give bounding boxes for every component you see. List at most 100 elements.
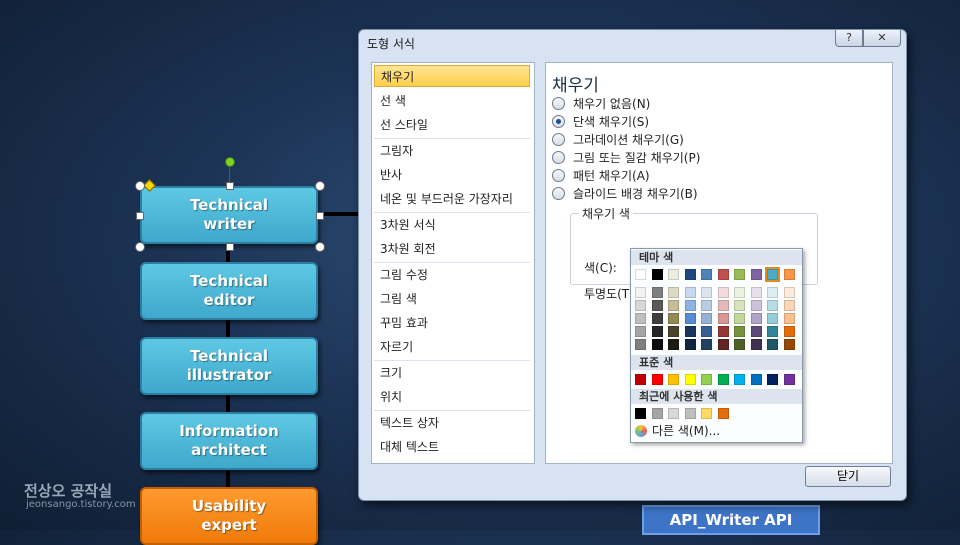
shade-color-swatch[interactable]: [767, 313, 778, 324]
recent-color-swatch[interactable]: [701, 408, 712, 419]
shade-color-swatch[interactable]: [668, 339, 679, 350]
shade-color-swatch[interactable]: [651, 287, 663, 298]
recent-color-swatch[interactable]: [651, 408, 663, 419]
shade-color-swatch[interactable]: [783, 287, 795, 298]
dialog-titlebar[interactable]: 도형 서식 ? ✕: [359, 30, 906, 56]
shade-color-swatch[interactable]: [635, 287, 646, 298]
nav-picture-corrections[interactable]: 그림 수정: [374, 264, 530, 286]
shade-color-swatch[interactable]: [734, 326, 745, 337]
standard-color-swatch[interactable]: [668, 374, 679, 385]
shade-color-swatch[interactable]: [767, 300, 778, 311]
shade-color-swatch[interactable]: [684, 326, 696, 337]
radio-button[interactable]: [552, 151, 565, 164]
nav-picture-color[interactable]: 그림 색: [374, 288, 530, 310]
shade-color-swatch[interactable]: [684, 287, 696, 298]
shade-color-swatch[interactable]: [750, 287, 762, 298]
shade-color-swatch[interactable]: [668, 326, 679, 337]
nav-text-box[interactable]: 텍스트 상자: [374, 412, 530, 434]
close-x-button[interactable]: ✕: [863, 30, 901, 47]
shade-color-swatch[interactable]: [668, 287, 679, 298]
rotation-handle[interactable]: [225, 157, 235, 167]
shade-color-swatch[interactable]: [701, 300, 712, 311]
close-button[interactable]: 닫기: [805, 466, 891, 487]
theme-color-swatch[interactable]: [635, 269, 646, 280]
shade-color-swatch[interactable]: [717, 287, 729, 298]
resize-handle[interactable]: [226, 243, 234, 251]
standard-color-swatch[interactable]: [651, 374, 663, 385]
theme-color-swatch[interactable]: [684, 269, 696, 280]
shade-color-swatch[interactable]: [651, 326, 663, 337]
shade-color-swatch[interactable]: [750, 313, 762, 324]
shade-color-swatch[interactable]: [717, 339, 729, 350]
shade-color-swatch[interactable]: [635, 313, 646, 324]
standard-color-swatch[interactable]: [750, 374, 762, 385]
standard-color-swatch[interactable]: [783, 374, 795, 385]
shade-color-swatch[interactable]: [717, 300, 729, 311]
resize-handle[interactable]: [135, 181, 145, 191]
shade-color-swatch[interactable]: [701, 313, 712, 324]
standard-color-swatch[interactable]: [767, 374, 778, 385]
option-slide-background-fill[interactable]: 슬라이드 배경 채우기(B): [552, 185, 698, 203]
shade-color-swatch[interactable]: [635, 300, 646, 311]
theme-color-swatch[interactable]: [750, 269, 762, 280]
shade-color-swatch[interactable]: [701, 287, 712, 298]
shade-color-swatch[interactable]: [684, 339, 696, 350]
shade-color-swatch[interactable]: [734, 313, 745, 324]
resize-handle[interactable]: [226, 182, 234, 190]
standard-color-swatch[interactable]: [684, 374, 696, 385]
resize-handle[interactable]: [136, 212, 144, 220]
option-gradient-fill[interactable]: 그라데이션 채우기(G): [552, 131, 684, 149]
shade-color-swatch[interactable]: [684, 313, 696, 324]
shade-color-swatch[interactable]: [734, 300, 745, 311]
shade-color-swatch[interactable]: [750, 339, 762, 350]
shade-color-swatch[interactable]: [734, 287, 745, 298]
nav-3d-rotation[interactable]: 3차원 회전: [374, 238, 530, 260]
resize-handle[interactable]: [315, 181, 325, 191]
nav-shadow[interactable]: 그림자: [374, 140, 530, 162]
org-box-technical-illustrator[interactable]: Technical illustrator: [140, 337, 318, 395]
shade-color-swatch[interactable]: [750, 300, 762, 311]
shade-color-swatch[interactable]: [734, 339, 745, 350]
shade-color-swatch[interactable]: [717, 313, 729, 324]
theme-color-swatch[interactable]: [651, 269, 663, 280]
shade-color-swatch[interactable]: [783, 313, 795, 324]
theme-color-swatch[interactable]: [765, 267, 780, 282]
shade-color-swatch[interactable]: [767, 339, 778, 350]
theme-color-swatch[interactable]: [668, 269, 679, 280]
shade-color-swatch[interactable]: [651, 313, 663, 324]
nav-reflection[interactable]: 반사: [374, 164, 530, 186]
shade-color-swatch[interactable]: [668, 300, 679, 311]
shade-color-swatch[interactable]: [783, 326, 795, 337]
option-no-fill[interactable]: 채우기 없음(N): [552, 95, 650, 113]
shade-color-swatch[interactable]: [750, 326, 762, 337]
shade-color-swatch[interactable]: [717, 326, 729, 337]
radio-button[interactable]: [552, 169, 565, 182]
shade-color-swatch[interactable]: [668, 313, 679, 324]
theme-color-swatch[interactable]: [701, 269, 712, 280]
theme-color-swatch[interactable]: [717, 269, 729, 280]
api-writer-box[interactable]: API_Writer API: [642, 505, 820, 535]
resize-handle[interactable]: [315, 242, 325, 252]
standard-color-swatch[interactable]: [635, 374, 646, 385]
recent-color-swatch[interactable]: [717, 408, 729, 419]
org-box-information-architect[interactable]: Information architect: [140, 412, 318, 470]
shade-color-swatch[interactable]: [684, 300, 696, 311]
radio-button[interactable]: [552, 115, 565, 128]
shade-color-swatch[interactable]: [635, 326, 646, 337]
shade-color-swatch[interactable]: [783, 339, 795, 350]
shade-color-swatch[interactable]: [635, 339, 646, 350]
org-box-technical-writer[interactable]: Technical writer: [140, 186, 318, 244]
shade-color-swatch[interactable]: [767, 287, 778, 298]
nav-line-style[interactable]: 선 스타일: [374, 114, 530, 136]
option-picture-texture-fill[interactable]: 그림 또는 질감 채우기(P): [552, 149, 700, 167]
theme-color-swatch[interactable]: [734, 269, 745, 280]
nav-position[interactable]: 위치: [374, 386, 530, 408]
radio-button[interactable]: [552, 97, 565, 110]
nav-crop[interactable]: 자르기: [374, 336, 530, 358]
recent-color-swatch[interactable]: [635, 408, 646, 419]
option-pattern-fill[interactable]: 패턴 채우기(A): [552, 167, 650, 185]
help-button[interactable]: ?: [835, 30, 863, 47]
radio-button[interactable]: [552, 133, 565, 146]
option-solid-fill[interactable]: 단색 채우기(S): [552, 113, 649, 131]
standard-color-swatch[interactable]: [734, 374, 745, 385]
